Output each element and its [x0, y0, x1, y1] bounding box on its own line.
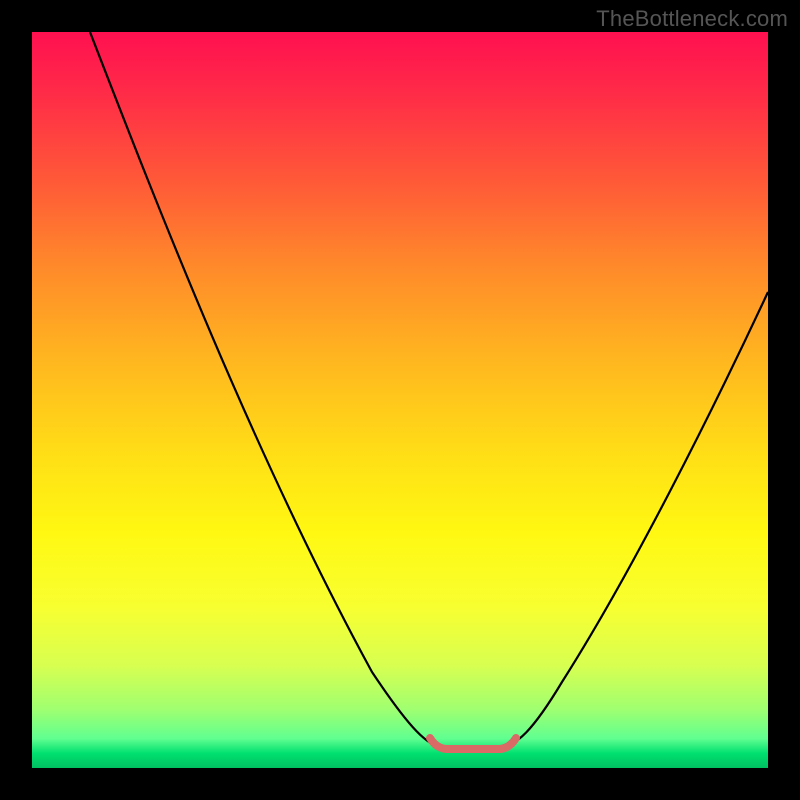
curve-layer — [32, 32, 768, 768]
chart-frame: TheBottleneck.com — [0, 0, 800, 800]
bottleneck-curve — [90, 32, 768, 748]
plot-area — [32, 32, 768, 768]
plateau-marker — [430, 738, 516, 749]
watermark-text: TheBottleneck.com — [596, 6, 788, 32]
